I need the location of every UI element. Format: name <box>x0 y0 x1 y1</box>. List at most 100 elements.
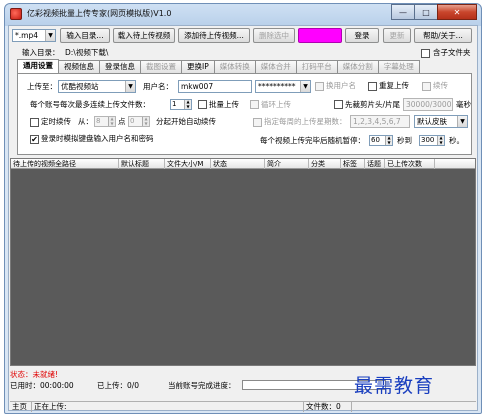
load-pending-button[interactable]: 载入待上传视频 <box>113 28 175 43</box>
weekday-checkbox[interactable] <box>253 118 262 127</box>
help-about-button[interactable]: 帮助/关于... <box>414 28 472 43</box>
weekday-input[interactable]: 1,2,3,4,5,6,7 <box>350 115 410 128</box>
clip-duration-input[interactable]: 30000/30000 <box>403 98 453 111</box>
input-dir-label: 输入目录： <box>22 48 60 57</box>
auto-resume-label: 分起开始自动续传 <box>156 117 216 126</box>
uploaded-count: 已上传：0/0 <box>97 381 140 390</box>
loop-upload-label: 循环上传 <box>261 100 291 109</box>
tab-change-ip[interactable]: 更换IP <box>181 60 215 73</box>
loop-upload-checkbox[interactable] <box>250 100 259 109</box>
include-subfolder-checkbox[interactable] <box>421 49 430 58</box>
column-header[interactable]: 已上传次数 <box>385 159 435 169</box>
stepper-arrows-icon[interactable]: ▲ ▼ <box>385 135 392 145</box>
delete-selected-button[interactable]: 删除选中 <box>253 28 295 43</box>
pause-to-value: 300 <box>421 136 435 144</box>
upload-to-label: 上传至： <box>27 82 57 91</box>
close-button[interactable]: ✕ <box>437 4 477 20</box>
skin-value: 默认皮肤 <box>417 117 447 126</box>
keyboard-login-checkbox[interactable]: ✔ <box>30 135 39 144</box>
column-header[interactable]: 简介 <box>265 159 309 169</box>
include-subfolder-label: 含子文件夹 <box>433 48 471 57</box>
stepper-arrows-icon[interactable]: ▲ ▼ <box>108 116 115 126</box>
pause-from-stepper[interactable]: 60 ▲ ▼ <box>369 135 393 146</box>
login-button[interactable]: 登录 <box>345 28 379 43</box>
progress-label: 当前账号完成进度： <box>168 381 236 390</box>
per-account-label: 每个账号每次最多连续上传文件数： <box>30 100 150 109</box>
password-select[interactable]: ********** ▼ <box>255 80 311 93</box>
per-account-stepper[interactable]: 1 ▲ ▼ <box>170 99 192 110</box>
resume-checkbox[interactable] <box>422 82 431 91</box>
tab-video-info[interactable]: 视频信息 <box>58 60 100 73</box>
general-settings-panel: 上传至： 优酷视频站 ▼ 用户名： mkw007 ********** ▼ 换用… <box>17 73 472 155</box>
upload-target-select[interactable]: 优酷视频站 ▼ <box>58 80 136 93</box>
per-account-value: 1 <box>172 100 177 108</box>
window-title: 亿彩视频批量上传专家(网页模拟版)V1.0 <box>27 9 172 18</box>
retry-upload-label: 重复上传 <box>379 81 409 90</box>
tab-captcha[interactable]: 打码平台 <box>295 60 338 73</box>
app-logo-icon <box>10 8 22 20</box>
username-label: 用户名： <box>143 82 173 91</box>
column-header[interactable]: 话题 <box>365 159 385 169</box>
stepper-arrows-icon[interactable]: ▲ ▼ <box>142 116 149 126</box>
add-pending-button[interactable]: 添加待上传视频... <box>178 28 250 43</box>
resume-label: 续传 <box>433 81 448 90</box>
tab-screenshot[interactable]: 截图设置 <box>140 60 182 73</box>
tab-general[interactable]: 通用设置 <box>17 59 59 73</box>
sec-label: 秒。 <box>449 136 464 145</box>
chevron-down-icon: ▼ <box>457 116 467 127</box>
settings-tabs: 通用设置 视频信息 登录信息 截图设置 更换IP 媒体转换 媒体合并 打码平台 … <box>17 59 420 73</box>
column-header[interactable]: 文件大小/M <box>165 159 211 169</box>
username-input[interactable]: mkw007 <box>178 80 252 93</box>
chevron-down-icon: ▼ <box>45 30 55 41</box>
file-format-value: *.mp4 <box>15 31 38 40</box>
home-link[interactable]: 主页 <box>10 402 32 412</box>
highlight-button[interactable] <box>298 28 342 43</box>
hour-value: 8 <box>96 117 101 125</box>
toolbar: *.mp4 ▼ 输入目录... 载入待上传视频 添加待上传视频... 删除选中 … <box>9 28 477 44</box>
video-list-header: 待上传的视频全路径 默认标题 文件大小/M 状态 简介 分类 标签 话题 已上传… <box>11 159 475 169</box>
status-bar: 主页 正在上传: 文件数：0 <box>10 401 476 412</box>
minute-stepper[interactable]: 0 ▲ ▼ <box>128 116 150 127</box>
import-dir-button[interactable]: 输入目录... <box>60 28 110 43</box>
tab-login-info[interactable]: 登录信息 <box>99 60 141 73</box>
update-button[interactable]: 更新 <box>383 28 411 43</box>
tab-media-split[interactable]: 媒体分割 <box>336 60 379 73</box>
elapsed-time: 已用时：00:00:00 <box>10 381 74 390</box>
chevron-down-icon: ▼ <box>125 81 135 92</box>
app-window: 亿彩视频批量上传专家(网页模拟版)V1.0 — □ ✕ *.mp4 ▼ 输入目录… <box>4 3 482 414</box>
skin-select[interactable]: 默认皮肤 ▼ <box>414 115 468 128</box>
tab-subtitle[interactable]: 字幕处理 <box>377 60 420 73</box>
sec-to-label: 秒到 <box>397 136 412 145</box>
uploading-label: 正在上传: <box>32 402 304 412</box>
maximize-button[interactable]: □ <box>414 4 438 20</box>
column-header[interactable]: 默认标题 <box>119 159 165 169</box>
retry-upload-checkbox[interactable] <box>368 82 377 91</box>
clip-head-tail-checkbox[interactable] <box>334 100 343 109</box>
clip-head-tail-label: 先裁剪片头/片尾 <box>345 100 401 109</box>
upload-target-value: 优酷视频站 <box>61 82 99 91</box>
minimize-button[interactable]: — <box>391 4 415 20</box>
from-label: 从： <box>78 117 93 126</box>
stepper-arrows-icon[interactable]: ▲ ▼ <box>437 135 444 145</box>
password-value: ********** <box>258 82 296 91</box>
video-list[interactable]: 待上传的视频全路径 默认标题 文件大小/M 状态 简介 分类 标签 话题 已上传… <box>10 158 476 366</box>
timer-resume-checkbox[interactable] <box>30 118 39 127</box>
batch-upload-checkbox[interactable] <box>198 100 207 109</box>
weekday-label: 指定每周的上传星期数： <box>264 117 347 126</box>
timer-resume-label: 定时续传 <box>41 117 71 126</box>
column-header[interactable]: 分类 <box>309 159 341 169</box>
tab-media-merge[interactable]: 媒体合并 <box>254 60 297 73</box>
file-format-select[interactable]: *.mp4 ▼ <box>12 29 56 42</box>
pause-from-value: 60 <box>371 136 380 144</box>
column-header[interactable]: 标签 <box>341 159 365 169</box>
tab-media-convert[interactable]: 媒体转换 <box>213 60 256 73</box>
keyboard-login-label: 登录时模拟键盘输入用户名和密码 <box>41 134 154 143</box>
stepper-arrows-icon[interactable]: ▲ ▼ <box>184 99 191 109</box>
hour-stepper[interactable]: 8 ▲ ▼ <box>94 116 116 127</box>
column-header[interactable]: 待上传的视频全路径 <box>11 159 119 169</box>
title-bar[interactable]: 亿彩视频批量上传专家(网页模拟版)V1.0 — □ ✕ <box>5 4 481 24</box>
batch-upload-label: 批量上传 <box>209 100 239 109</box>
column-header[interactable]: 状态 <box>211 159 265 169</box>
pause-to-stepper[interactable]: 300 ▲ ▼ <box>419 135 445 146</box>
change-username-checkbox[interactable] <box>315 82 324 91</box>
